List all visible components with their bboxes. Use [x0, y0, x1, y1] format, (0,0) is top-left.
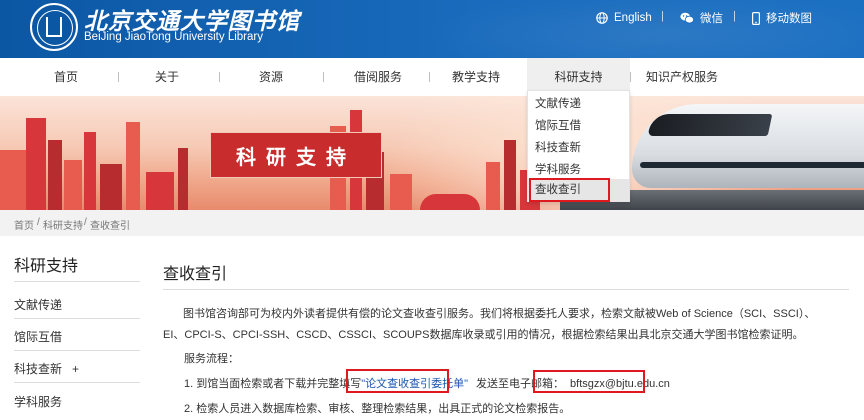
site-header: 北京交通大学图书馆 BeiJing JiaoTong University Li… [0, 0, 864, 58]
sidebar-divider [14, 281, 140, 282]
dropdown-item-citation-search[interactable]: 查收查引 [528, 179, 629, 201]
breadcrumb: 首页 / 科研支持 / 查收查引 [0, 210, 864, 236]
nav-resources[interactable]: 资源 [241, 58, 301, 96]
banner-title-text: 科研支持 [236, 144, 356, 169]
dropdown-item-novelty-search[interactable]: 科技查新 [528, 137, 629, 159]
nav-home[interactable]: 首页 [36, 58, 96, 96]
nav-separator [323, 72, 324, 82]
step-1-prefix: 1. 到馆当面检索或者下载并完整填写 [184, 378, 362, 390]
sidebar-item-label: 科技查新 [14, 362, 63, 376]
nav-lending-services[interactable]: 借阅服务 [339, 58, 417, 96]
wechat-label: 微信 [700, 13, 723, 25]
nav-separator [118, 72, 119, 82]
mobile-library-label: 移动数图 [766, 13, 812, 25]
form-link-highlight-box [346, 369, 449, 393]
mobile-icon [752, 11, 760, 25]
sidebar-divider [14, 350, 140, 351]
mobile-library-link[interactable]: 移动数图 [752, 10, 812, 26]
english-link[interactable]: English [596, 10, 652, 26]
nav-ip-services[interactable]: 知识产权服务 [640, 58, 724, 96]
globe-icon [596, 12, 608, 24]
university-seal-icon[interactable] [30, 3, 78, 51]
library-logo-en[interactable]: BeiJing JiaoTong University Library [84, 31, 263, 43]
main-nav: 首页 关于 资源 借阅服务 教学支持 科研支持 知识产权服务 [0, 58, 864, 96]
train-window [647, 114, 773, 136]
process-label: 服务流程： [184, 353, 239, 365]
wechat-link[interactable]: 微信 [680, 10, 723, 26]
nav-separator [429, 72, 430, 82]
nav-about[interactable]: 关于 [137, 58, 197, 96]
intro-paragraph: 图书馆咨询部可为校内外读者提供有偿的论文查收查引服务。我们将根据委托人要求，检索… [163, 308, 816, 341]
wechat-icon [680, 12, 694, 24]
sidebar-divider [14, 318, 140, 319]
sidebar-divider [14, 382, 140, 383]
sidebar-item-document-delivery[interactable]: 文献传递 [14, 296, 140, 316]
nav-teaching-support[interactable]: 教学支持 [437, 58, 515, 96]
breadcrumb-separator: / [37, 217, 40, 228]
header-decoration [420, 0, 864, 58]
research-support-dropdown: 文献传递 馆际互借 科技查新 学科服务 查收查引 [527, 90, 630, 202]
sidebar-item-interlibrary-loan[interactable]: 馆际互借 [14, 328, 140, 348]
breadcrumb-research-support[interactable]: 科研支持 [43, 217, 83, 232]
breadcrumb-separator: / [84, 217, 87, 228]
banner-title: 科研支持 [210, 132, 382, 178]
train-stripe [640, 162, 864, 168]
english-label: English [614, 12, 652, 24]
email-highlight-box [533, 370, 645, 393]
dropdown-item-subject-services[interactable]: 学科服务 [528, 159, 629, 181]
breadcrumb-current: 查收查引 [90, 221, 130, 232]
content-divider [163, 289, 849, 290]
sidebar-item-subject-services[interactable]: 学科服务 [14, 393, 140, 413]
library-logo-cn[interactable]: 北京交通大学图书馆 [84, 2, 300, 35]
dropdown-item-document-delivery[interactable]: 文献传递 [528, 93, 629, 115]
breadcrumb-home[interactable]: 首页 [14, 217, 34, 232]
step-2: 2. 检索人员进入数据库检索、审核、整理检索结果，出具正式的论文检索报告。 [184, 403, 571, 415]
expand-plus-icon[interactable]: + [72, 362, 79, 376]
nav-separator [219, 72, 220, 82]
sidebar-title: 科研支持 [14, 256, 79, 275]
sidebar-item-novelty-search[interactable]: 科技查新 + [14, 360, 140, 380]
dropdown-item-interlibrary-loan[interactable]: 馆际互借 [528, 115, 629, 137]
tool-separator: | [733, 10, 736, 22]
page-banner: 科研支持 [0, 96, 864, 210]
nav-separator [630, 72, 631, 82]
tool-separator: | [661, 10, 664, 22]
page-title: 查收查引 [163, 264, 228, 283]
